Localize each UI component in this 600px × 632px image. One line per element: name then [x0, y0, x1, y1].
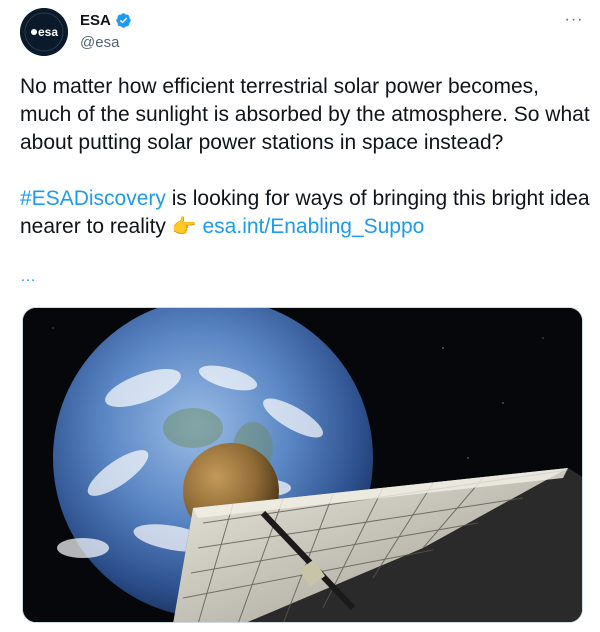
space-solar-array-image	[23, 308, 582, 622]
tweet-text: No matter how efficient terrestrial sola…	[20, 73, 590, 241]
author-name-row: ESA	[80, 12, 132, 29]
avatar[interactable]: esa	[20, 8, 68, 56]
url-link[interactable]: esa.int/Enabling_Suppo	[203, 215, 425, 238]
pointing-hand-emoji: 👉	[171, 216, 197, 238]
hashtag-link[interactable]: #ESADiscovery	[20, 187, 166, 210]
truncation-ellipsis[interactable]: …	[20, 268, 37, 286]
tweet-media-image[interactable]	[22, 307, 583, 623]
tweet: esa ESA @esa ··· No matter how efficient…	[0, 0, 600, 632]
author-handle[interactable]: @esa	[80, 34, 119, 51]
author-name[interactable]: ESA	[80, 12, 111, 29]
more-dots-icon[interactable]: ···	[562, 8, 586, 32]
verified-badge-icon	[116, 13, 131, 28]
tweet-paragraph-2: #ESADiscovery is looking for ways of bri…	[20, 185, 590, 241]
tweet-paragraph-1: No matter how efficient terrestrial sola…	[20, 75, 590, 154]
avatar-logo-text: esa	[38, 25, 58, 39]
